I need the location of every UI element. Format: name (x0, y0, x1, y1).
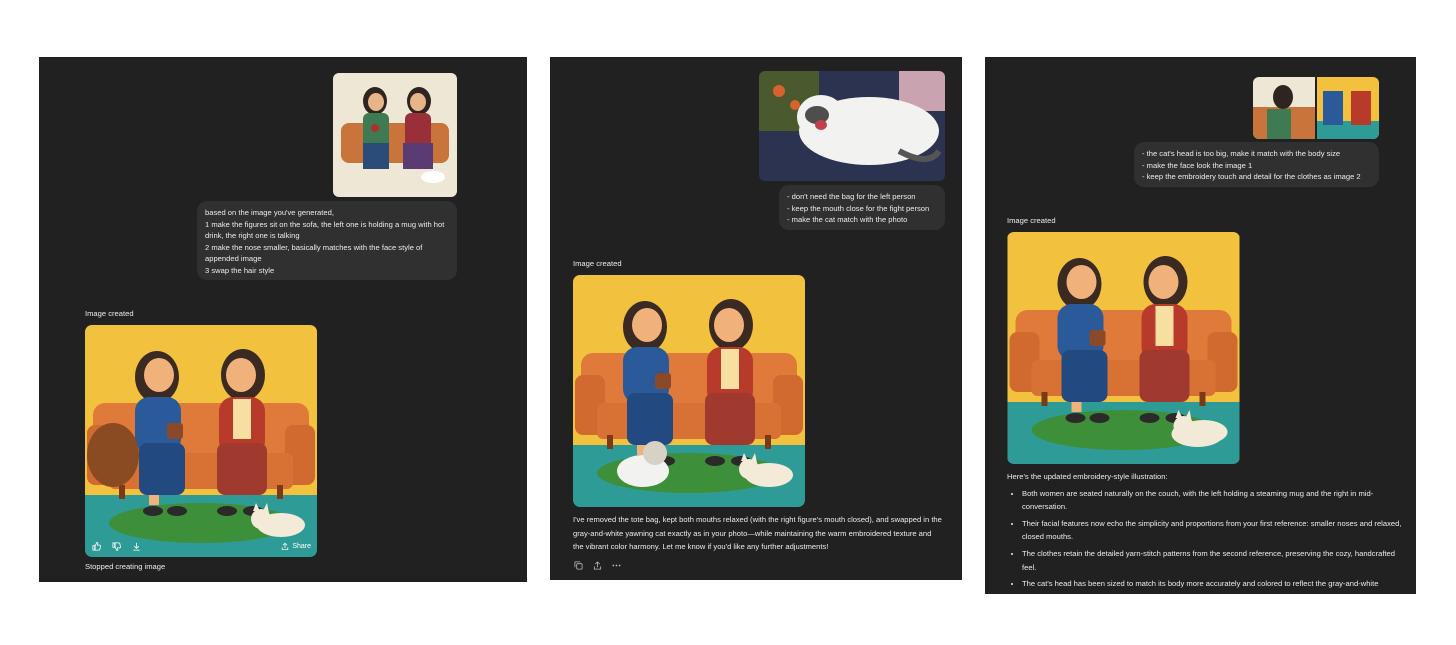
reply-bullet: The clothes retain the detailed yarn-sti… (1022, 547, 1403, 574)
footer-status: Stopped creating image (85, 562, 166, 571)
thumbs-up-icon[interactable] (91, 541, 101, 551)
user-message-line: - make the cat match with the photo (787, 215, 908, 225)
user-message-line: - the cat's head is too big, make it mat… (1142, 149, 1341, 158)
attached-image-thumbnail[interactable] (1253, 77, 1315, 139)
message-actions (573, 560, 621, 570)
user-message: - the cat's head is too big, make it mat… (1134, 142, 1379, 187)
user-message-line: 1 make the figures sit on the sofa, the … (205, 219, 445, 241)
chat-panel-2: - don't need the bag for the left person… (550, 57, 962, 580)
share-icon (281, 542, 289, 550)
image-status: Image created (573, 259, 622, 268)
image-status: Image created (1007, 216, 1056, 225)
share-button[interactable]: Share (281, 542, 311, 550)
share-label: Share (292, 542, 311, 550)
user-message: - don't need the bag for the left person… (779, 185, 945, 230)
chat-panel-3: - the cat's head is too big, make it mat… (985, 57, 1416, 594)
user-message-line: based on the image you've generated, (205, 208, 334, 217)
assistant-reply: I've removed the tote bag, kept both mou… (573, 515, 942, 552)
image-action-bar: Share (85, 535, 317, 557)
chat-panel-1: based on the image you've generated, 1 m… (39, 57, 527, 582)
user-message-line: - don't need the bag for the left person (787, 192, 916, 201)
thumbs-down-icon[interactable] (111, 541, 121, 551)
reply-intro: Here's the updated embroidery-style illu… (1007, 472, 1168, 481)
reply-bullet-list: Both women are seated naturally on the c… (1007, 487, 1403, 594)
reply-bullet: Both women are seated naturally on the c… (1022, 487, 1403, 514)
generated-image[interactable] (573, 275, 805, 507)
image-status: Image created (85, 309, 134, 318)
assistant-reply: Here's the updated embroidery-style illu… (1007, 470, 1403, 594)
user-message-line: 3 swap the hair style (205, 265, 275, 275)
generated-image[interactable]: Share (85, 325, 317, 557)
user-message: based on the image you've generated, 1 m… (197, 201, 457, 280)
attached-image-thumbnail[interactable] (333, 73, 457, 197)
attached-cat-photo[interactable] (759, 71, 945, 181)
reply-bullet: The cat's head has been sized to match i… (1022, 577, 1403, 594)
more-icon[interactable] (611, 560, 621, 570)
user-message-line: - keep the mouth close for the fight per… (787, 203, 930, 213)
user-message-line: - make the face look the image 1 (1142, 160, 1253, 170)
user-message-line: 2 make the nose smaller, basically match… (205, 242, 423, 264)
upload-icon[interactable] (592, 560, 602, 570)
user-message-line: - keep the embroidery touch and detail f… (1142, 172, 1361, 182)
attached-image-thumbnail[interactable] (1317, 77, 1379, 139)
reply-bullet: Their facial features now echo the simpl… (1022, 517, 1403, 544)
generated-image[interactable] (1007, 232, 1240, 464)
download-icon[interactable] (131, 541, 141, 551)
copy-icon[interactable] (573, 560, 583, 570)
